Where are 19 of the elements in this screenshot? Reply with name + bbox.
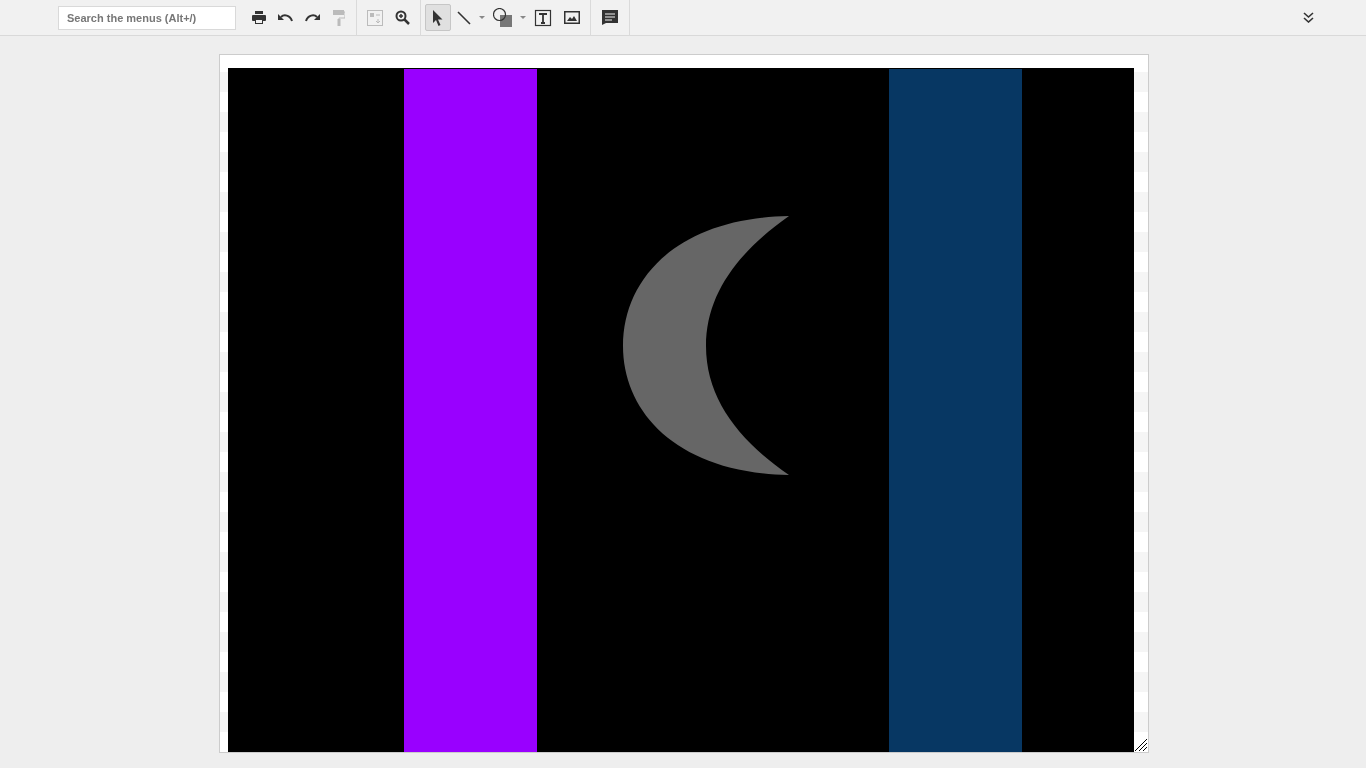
search-field[interactable]: Search the menus (Alt+/) <box>58 5 236 30</box>
comment-icon <box>601 10 619 25</box>
caret-icon <box>520 16 526 19</box>
caret-icon <box>479 16 485 19</box>
zoom-icon <box>395 10 410 25</box>
paint-roller-icon <box>333 9 345 26</box>
fit-icon <box>367 9 383 26</box>
shape-icon <box>493 8 512 27</box>
undo-icon <box>278 13 293 22</box>
text-box-icon <box>534 8 552 27</box>
print-icon <box>252 11 266 24</box>
crescent-moon-shape[interactable] <box>622 216 789 475</box>
cursor-icon <box>433 9 443 26</box>
select-button[interactable] <box>425 4 451 31</box>
image-icon <box>564 11 580 24</box>
resize-handle-icon[interactable] <box>1134 739 1147 751</box>
double-chevron-icon <box>1302 12 1314 23</box>
redo-icon <box>305 13 320 22</box>
line-icon <box>457 10 471 25</box>
